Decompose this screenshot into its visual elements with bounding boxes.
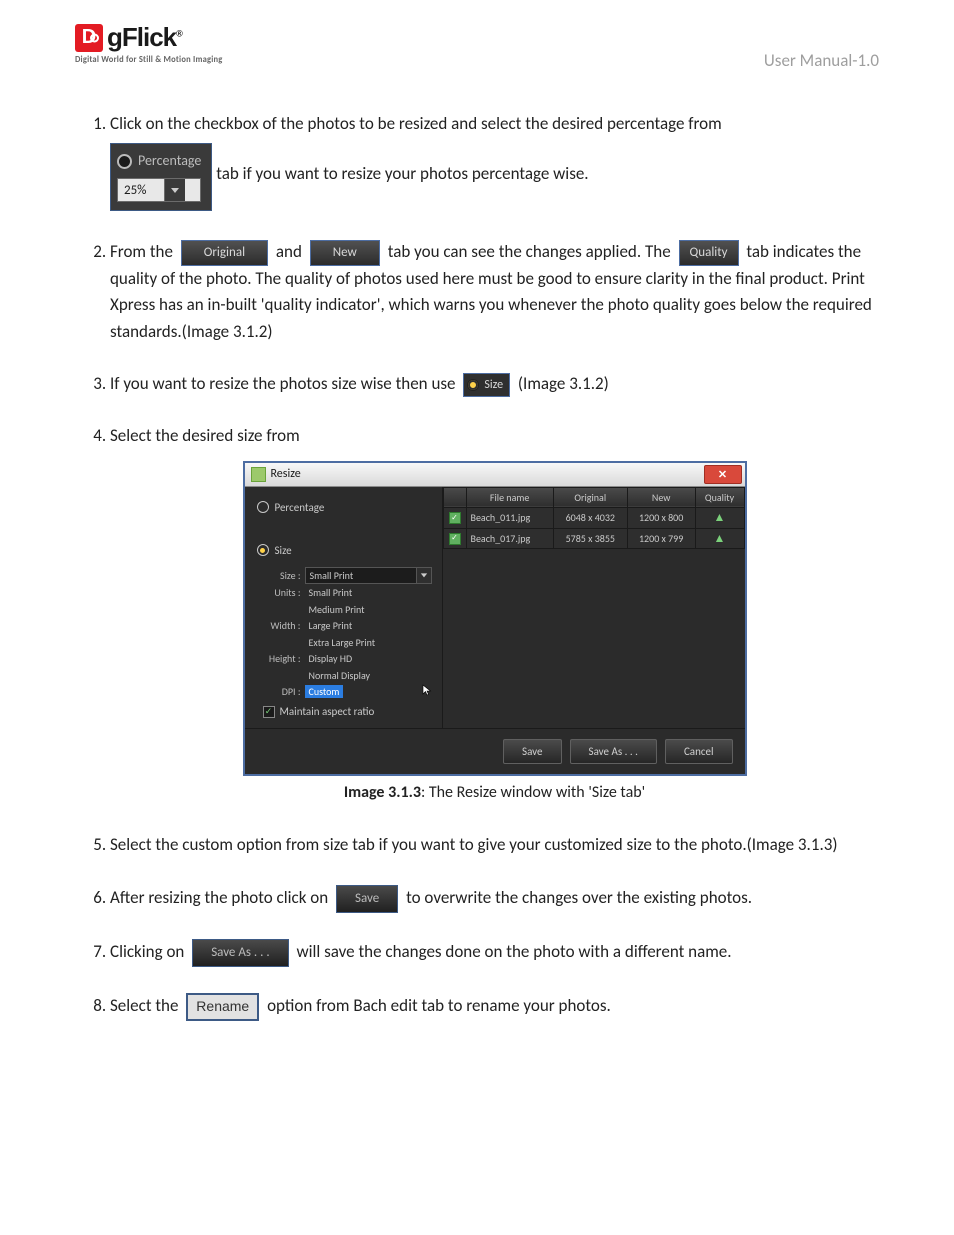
col-filename[interactable]: File name	[466, 487, 553, 508]
dropdown-arrow-icon[interactable]	[164, 179, 185, 201]
cell-original: 5785 x 3855	[553, 528, 627, 549]
step-7-tail: will save the changes done on the photo …	[296, 941, 731, 962]
size-option[interactable]: Small Print	[305, 586, 357, 599]
size-select-value: Small Print	[310, 568, 354, 584]
step-8-p1: Select the	[110, 995, 182, 1016]
step-4: Select the desired size from Resize ✕ Pe…	[110, 423, 879, 806]
maintain-aspect-label: Maintain aspect ratio	[280, 703, 375, 720]
dpi-label: DPI :	[263, 684, 301, 700]
col-original[interactable]: Original	[553, 487, 627, 508]
size-radio-label: Size	[484, 376, 503, 395]
page-header: D gFlick® Digital World for Still & Moti…	[75, 22, 879, 71]
size-option[interactable]: Medium Print	[305, 603, 369, 616]
original-tab[interactable]: Original	[181, 240, 268, 266]
save-button[interactable]: Save	[503, 739, 561, 764]
close-button[interactable]: ✕	[704, 465, 742, 484]
size-select[interactable]: Small Print	[305, 567, 432, 584]
size-option[interactable]: Normal Display	[305, 669, 375, 682]
resize-window: Resize ✕ Percentage Size	[244, 462, 746, 776]
step-6-tail: to overwrite the changes over the existi…	[406, 887, 752, 908]
table-row[interactable]: ✓ Beach_017.jpg 5785 x 3855 1200 x 799 ▲	[443, 528, 744, 549]
save-button-inline[interactable]: Save	[336, 885, 398, 913]
row-checkbox-icon[interactable]: ✓	[449, 512, 461, 524]
size-radio-icon[interactable]	[467, 379, 479, 391]
radio-selected-icon[interactable]	[257, 544, 269, 556]
cell-filename: Beach_017.jpg	[466, 528, 553, 549]
step-7-p1: Clicking on	[110, 941, 188, 962]
size-radio-row[interactable]: Size	[257, 542, 432, 559]
col-new[interactable]: New	[627, 487, 695, 508]
step-6: After resizing the photo click on Save t…	[110, 885, 879, 913]
percentage-radio-row[interactable]: Percentage	[257, 499, 432, 516]
logo-d-icon: D	[75, 24, 103, 52]
size-dropdown-list[interactable]: Units : Small Print Medium Print Width : L…	[263, 585, 432, 700]
cell-filename: Beach_011.jpg	[466, 508, 553, 529]
save-as-button[interactable]: Save As . . .	[570, 739, 657, 764]
figure-caption: Image 3.1.3: The Resize window with 'Siz…	[110, 781, 879, 806]
dropdown-arrow-icon[interactable]	[416, 568, 431, 583]
quality-tab[interactable]: Quality	[679, 240, 739, 266]
percentage-radio-label: Percentage	[275, 499, 325, 516]
size-radio-widget[interactable]: Size	[463, 373, 510, 398]
size-option[interactable]: Extra Large Print	[305, 636, 380, 649]
percentage-value: 25%	[118, 179, 164, 201]
step-3: If you want to resize the photos size wi…	[110, 371, 879, 397]
rename-button-inline[interactable]: Rename	[186, 993, 259, 1021]
checkbox-checked-icon[interactable]: ✓	[263, 706, 275, 718]
resize-title-text: Resize	[271, 465, 301, 484]
logo-tagline: Digital World for Still & Motion Imaging	[75, 55, 222, 65]
step-4-lead: Select the desired size from	[110, 425, 300, 446]
size-radio-label: Size	[275, 542, 292, 559]
save-as-button-inline[interactable]: Save As . . .	[192, 939, 288, 967]
new-tab[interactable]: New	[310, 240, 380, 266]
col-check[interactable]	[443, 487, 466, 508]
cancel-button[interactable]: Cancel	[665, 739, 733, 764]
step-7: Clicking on Save As . . . will save the …	[110, 939, 879, 967]
header-version: User Manual-1.0	[764, 50, 879, 71]
step-3-p1: If you want to resize the photos size wi…	[110, 373, 459, 394]
height-label: Height :	[263, 651, 301, 667]
step-2-p2: tab you can see the changes applied. The	[388, 241, 675, 262]
radio-unselected-icon[interactable]	[257, 501, 269, 513]
table-row[interactable]: ✓ Beach_011.jpg 6048 x 4032 1200 x 800 ▲	[443, 508, 744, 529]
resize-titlebar[interactable]: Resize ✕	[245, 463, 745, 487]
step-1: Click on the checkbox of the photos to b…	[110, 111, 879, 213]
step-2-mid: and	[276, 241, 306, 262]
width-label: Width :	[263, 618, 301, 634]
cursor-icon	[422, 684, 434, 701]
step-2: From the Original and New tab you can se…	[110, 239, 879, 345]
percentage-radio-icon[interactable]	[117, 154, 132, 169]
row-checkbox-icon[interactable]: ✓	[449, 533, 461, 545]
resize-app-icon	[251, 467, 266, 482]
cell-original: 6048 x 4032	[553, 508, 627, 529]
logo-block: D gFlick® Digital World for Still & Moti…	[75, 22, 222, 65]
size-option[interactable]: Display HD	[305, 652, 357, 665]
step-8: Select the Rename option from Bach edit …	[110, 993, 879, 1021]
size-field-label: Size :	[263, 568, 301, 584]
step-2-p1: From the	[110, 241, 177, 262]
step-8-tail: option from Bach edit tab to rename your…	[267, 995, 611, 1016]
step-6-p1: After resizing the photo click on	[110, 887, 332, 908]
files-table: File name Original New Quality ✓ Beach_0…	[443, 487, 745, 550]
cell-new: 1200 x 799	[627, 528, 695, 549]
cell-new: 1200 x 800	[627, 508, 695, 529]
step-5: Select the custom option from size tab i…	[110, 832, 879, 858]
percentage-combo[interactable]: 25%	[117, 178, 201, 202]
logo-text: gFlick®	[107, 22, 182, 53]
size-option[interactable]: Large Print	[305, 619, 357, 632]
step-3-tail: (Image 3.1.2)	[518, 373, 609, 394]
units-label: Units :	[263, 585, 301, 601]
maintain-aspect-checkbox[interactable]: ✓ Maintain aspect ratio	[263, 703, 432, 720]
step-1-lead: Click on the checkbox of the photos to b…	[110, 113, 722, 134]
quality-ok-icon: ▲	[714, 532, 726, 546]
col-quality[interactable]: Quality	[695, 487, 744, 508]
quality-ok-icon: ▲	[714, 511, 726, 525]
percentage-label: Percentage	[138, 150, 201, 172]
size-option-custom[interactable]: Custom	[305, 685, 344, 698]
percentage-widget[interactable]: Percentage 25%	[110, 143, 212, 211]
step-1-tail: tab if you want to resize your photos pe…	[216, 163, 588, 184]
